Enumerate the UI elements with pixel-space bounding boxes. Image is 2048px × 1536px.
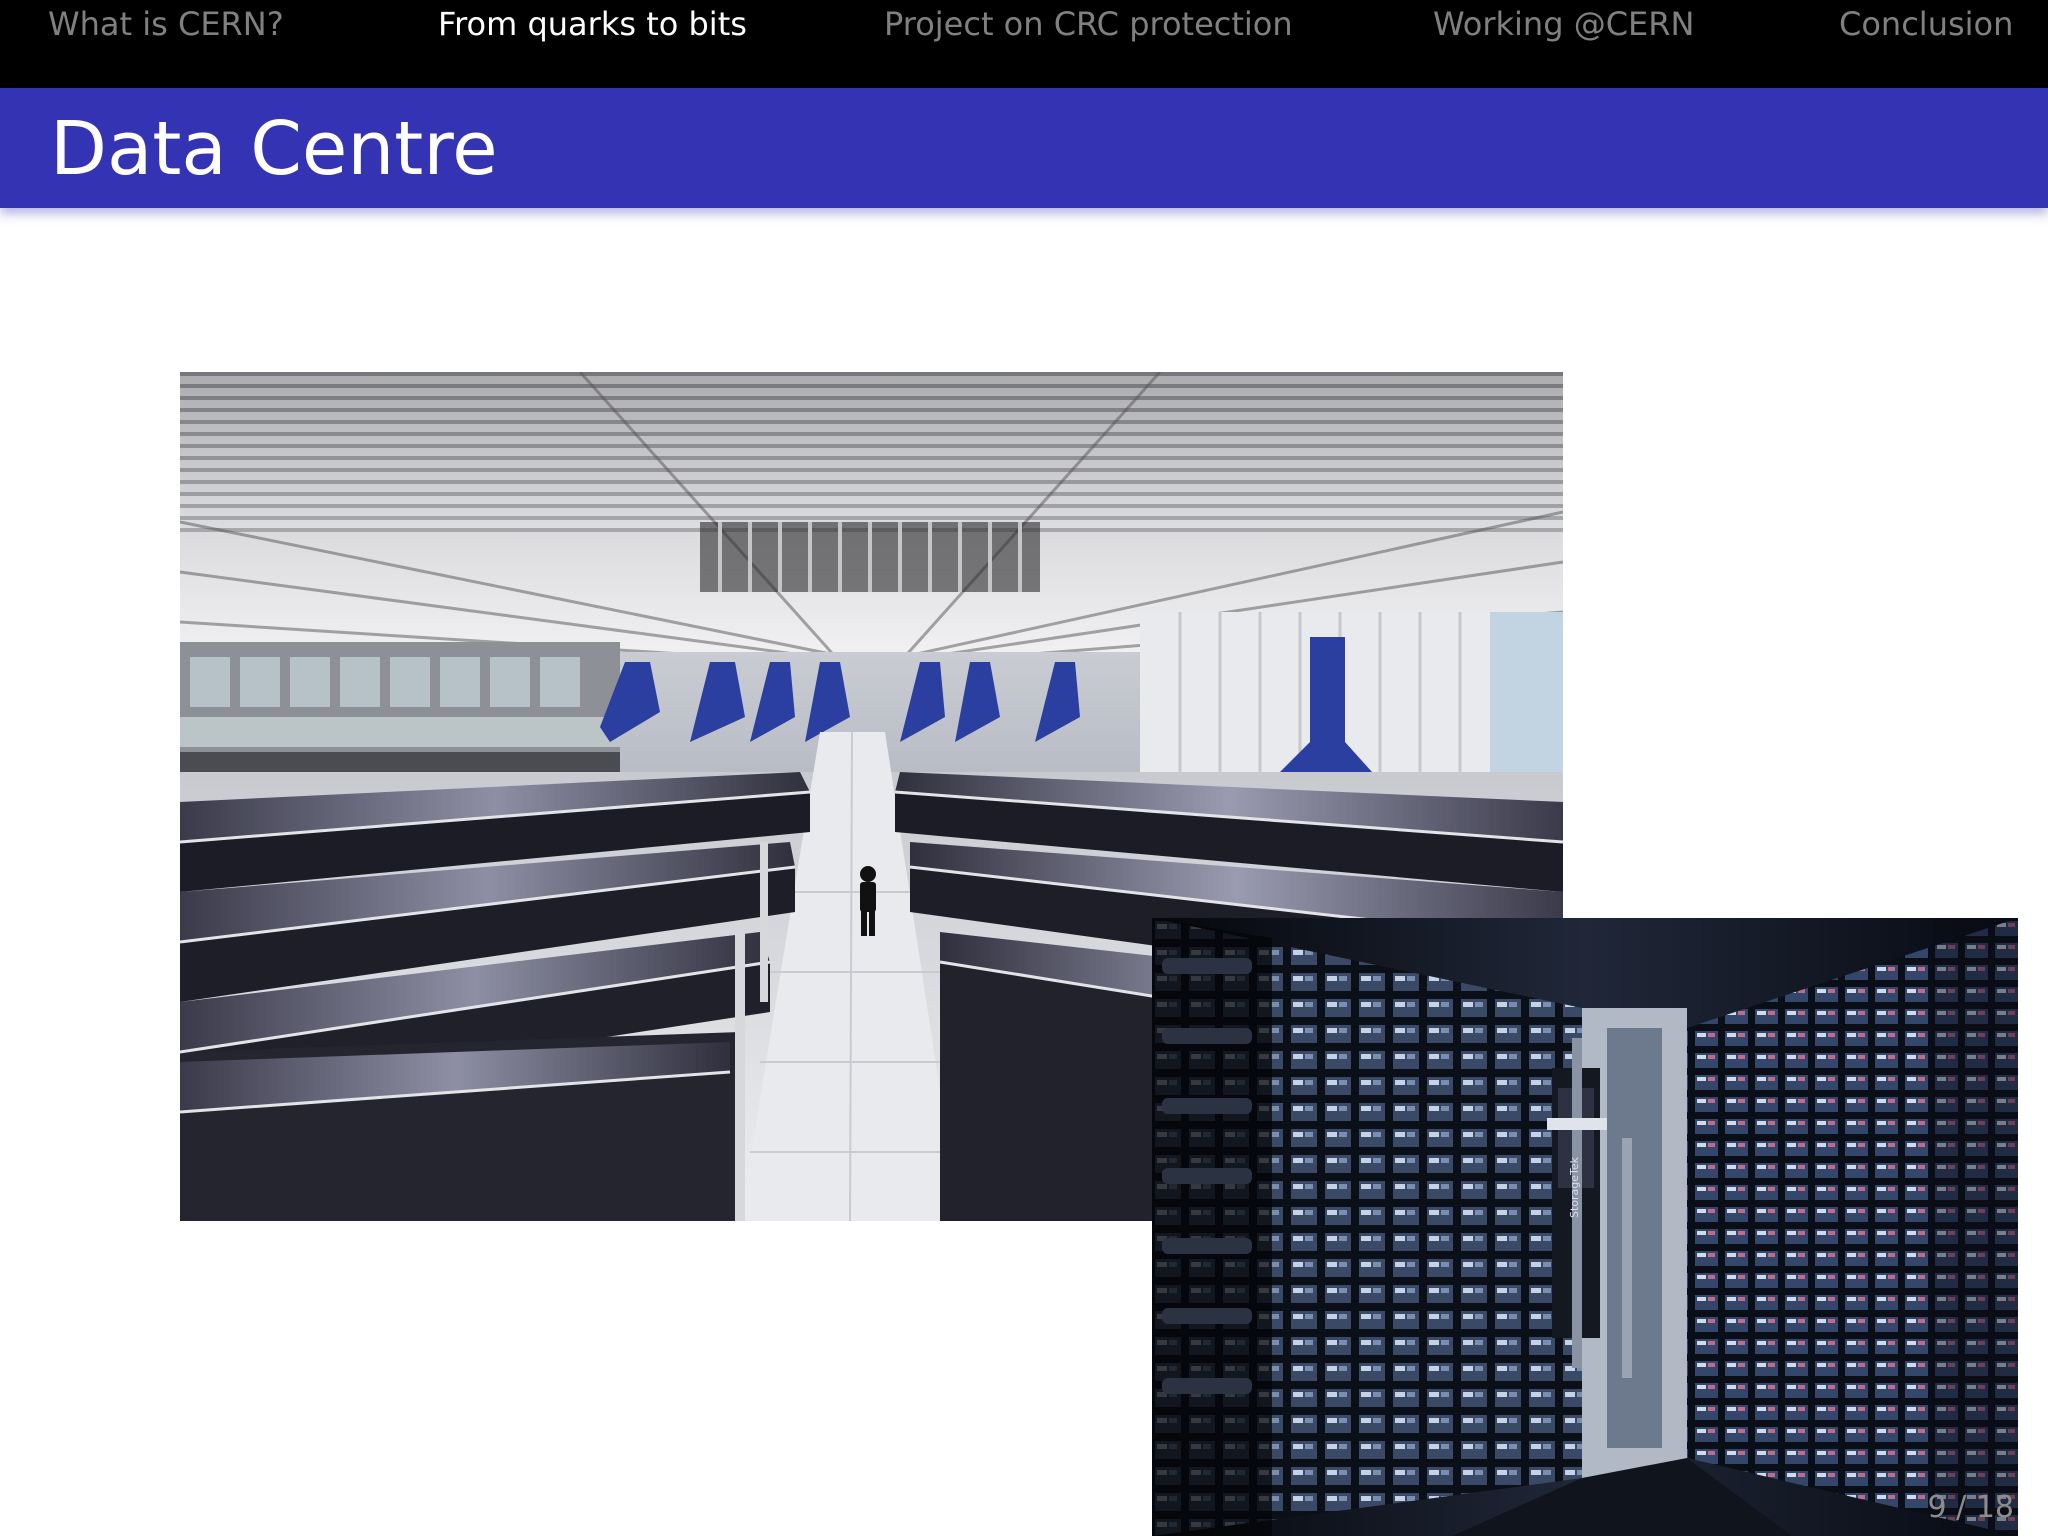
storagetek-brand-text: StorageTek — [1568, 1156, 1581, 1218]
nav-item-from-quarks-to-bits[interactable]: From quarks to bits — [438, 2, 747, 46]
nav-item-project-on-crc[interactable]: Project on CRC protection — [884, 2, 1293, 46]
tape-library-photo: StorageTek — [1152, 918, 2018, 1536]
nav-item-conclusion[interactable]: Conclusion — [1839, 2, 2013, 46]
frame-title-bar: Data Centre — [0, 88, 2048, 208]
page-number: 9 / 18 — [1928, 1488, 2014, 1528]
page-total: 18 — [1975, 1490, 2014, 1525]
page-current: 9 — [1927, 1490, 1947, 1525]
nav-item-working-at-cern[interactable]: Working @CERN — [1433, 2, 1694, 46]
nav-item-what-is-cern[interactable]: What is CERN? — [48, 2, 284, 46]
page-separator: / — [1946, 1490, 1976, 1525]
frame-title: Data Centre — [50, 106, 498, 192]
section-navigation-bar: What is CERN? From quarks to bits Projec… — [0, 0, 2048, 88]
